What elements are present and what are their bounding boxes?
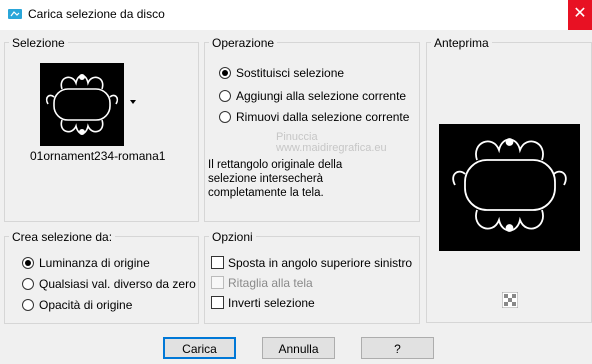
info-line-3: completamente la tela. [208,187,324,199]
radio-qualsiasi[interactable] [22,278,34,290]
close-icon: ✕ [573,5,587,22]
opzioni-label: Opzioni [209,230,256,244]
help-button[interactable]: ? [361,337,434,359]
info-line-2: selezione intersecherà [208,173,324,185]
ornament-preview-icon [452,138,567,232]
checkbox-inverti[interactable] [211,296,224,309]
window-title: Carica selezione da disco [28,7,165,21]
checkbox-ritaglia-label[interactable]: Ritaglia alla tela [228,276,313,290]
radio-aggiungi-label[interactable]: Aggiungi alla selezione corrente [236,89,406,103]
ornament-thumbnail-icon [45,74,119,136]
watermark-name: Pinuccia [276,131,318,143]
checkbox-sposta[interactable] [211,256,224,269]
checkbox-ritaglia[interactable] [211,276,224,289]
selection-filename: 01ornament234-romana1 [30,149,166,163]
annulla-button[interactable]: Annulla [262,337,335,359]
radio-opacita-label[interactable]: Opacità di origine [39,298,132,312]
selection-thumbnail[interactable] [40,63,124,146]
app-icon [8,9,22,19]
carica-button[interactable]: Carica [163,337,236,359]
zoom-icon[interactable] [502,292,518,308]
radio-sostituisci-label[interactable]: Sostituisci selezione [236,66,344,80]
radio-aggiungi[interactable] [219,90,231,102]
watermark-url: www.maidiregrafica.eu [276,142,387,154]
radio-opacita[interactable] [22,299,34,311]
checkbox-sposta-label[interactable]: Sposta in angolo superiore sinistro [228,256,412,270]
radio-sostituisci[interactable] [219,67,231,79]
close-button[interactable]: ✕ [568,0,592,30]
radio-qualsiasi-label[interactable]: Qualsiasi val. diverso da zero [39,277,196,291]
radio-rimuovi-label[interactable]: Rimuovi dalla selezione corrente [236,110,409,124]
title-bar: Carica selezione da disco ✕ [0,0,592,30]
anteprima-label: Anteprima [431,36,492,50]
radio-luminanza-label[interactable]: Luminanza di origine [39,256,150,270]
radio-rimuovi[interactable] [219,111,231,123]
checkbox-inverti-label[interactable]: Inverti selezione [228,296,315,310]
radio-luminanza[interactable] [22,257,34,269]
operazione-label: Operazione [209,36,278,50]
info-line-1: Il rettangolo originale della [208,159,343,171]
selezione-label: Selezione [9,36,68,50]
preview-canvas [439,124,580,251]
crea-label: Crea selezione da: [9,230,116,244]
chevron-down-icon[interactable] [130,100,136,104]
